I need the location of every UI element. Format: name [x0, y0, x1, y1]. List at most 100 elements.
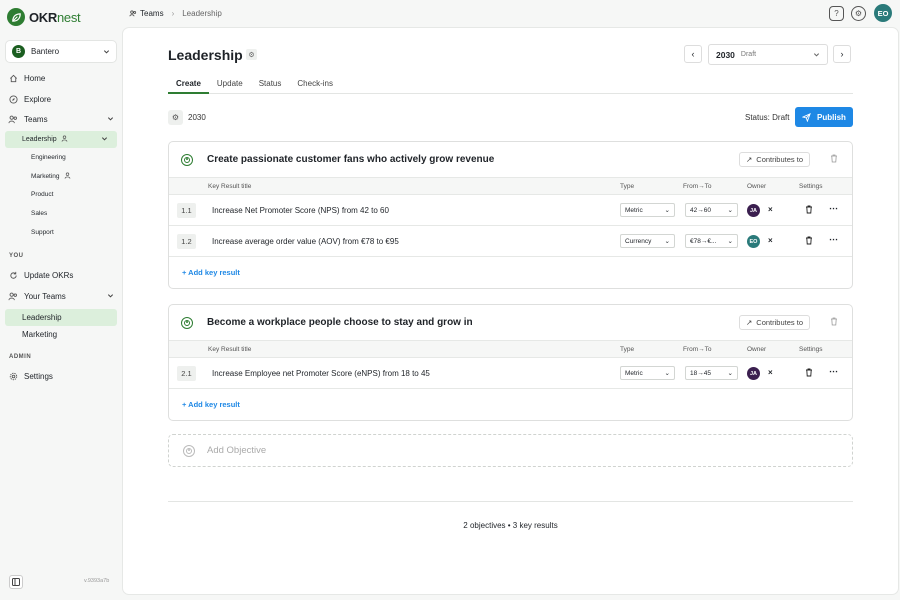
objective-title[interactable]: Create passionate customer fans who acti… [207, 154, 725, 165]
remove-owner-button[interactable]: × [768, 236, 773, 245]
kr-title[interactable]: Increase average order value (AOV) from … [212, 237, 399, 246]
workspace-avatar: B [12, 45, 25, 58]
status-text: Status: Draft [745, 113, 790, 122]
delete-kr-button[interactable] [805, 205, 813, 216]
remove-owner-button[interactable]: × [768, 368, 773, 377]
remove-owner-button[interactable]: × [768, 205, 773, 214]
sidebar-item-settings[interactable]: Settings [5, 367, 117, 385]
sidebar-your-team-leadership[interactable]: Leadership [5, 309, 117, 326]
trash-icon [831, 317, 837, 326]
tab-check-ins[interactable]: Check-ins [289, 74, 341, 94]
sidebar-item-your-teams[interactable]: Your Teams [5, 287, 117, 305]
table-row: 1.2 Increase average order value (AOV) f… [169, 226, 852, 257]
contributes-to-button[interactable]: ↗ Contributes to [739, 315, 810, 330]
publish-button[interactable]: Publish [795, 107, 853, 127]
objective-card: Become a workplace people choose to stay… [168, 304, 853, 421]
range-select[interactable]: 18→45 ⌄ [685, 366, 738, 380]
more-options-button[interactable]: ⋯ [829, 366, 838, 377]
tab-status[interactable]: Status [251, 74, 290, 94]
help-button[interactable]: ? [829, 6, 844, 21]
delete-kr-button[interactable] [805, 236, 813, 247]
sidebar-item-teams[interactable]: Teams [5, 110, 117, 128]
delete-objective-button[interactable] [830, 317, 840, 328]
type-select[interactable]: Metric ⌄ [620, 366, 675, 380]
compass-icon [8, 94, 18, 104]
gear-icon: ⚙ [854, 9, 863, 18]
contributes-label: Contributes to [756, 318, 803, 327]
collapse-sidebar-button[interactable] [9, 575, 23, 589]
type-select[interactable]: Metric ⌄ [620, 203, 675, 217]
delete-objective-button[interactable] [830, 154, 840, 165]
tab-update[interactable]: Update [209, 74, 251, 94]
breadcrumb-teams[interactable]: Teams [129, 9, 164, 18]
sidebar-your-team-marketing[interactable]: Marketing [5, 326, 117, 343]
sidebar-toggle-icon [12, 578, 20, 586]
sidebar-team-support[interactable]: Support [5, 224, 117, 241]
sidebar-item-label: Explore [24, 94, 52, 104]
tab-create[interactable]: Create [168, 74, 209, 94]
next-year-button[interactable]: › [833, 45, 851, 63]
sidebar-team-product[interactable]: Product [5, 186, 117, 203]
sidebar-item-update-okrs[interactable]: Update OKRs [5, 266, 117, 284]
col-owner: Owner [747, 183, 767, 190]
chevron-down-icon[interactable] [107, 292, 114, 301]
team-settings-button[interactable]: ⚙ [246, 49, 257, 60]
add-objective-button[interactable]: Add Objective [168, 434, 853, 467]
sidebar-item-label: Settings [24, 371, 53, 381]
contributes-to-button[interactable]: ↗ Contributes to [739, 152, 810, 167]
sidebar-team-sales[interactable]: Sales [5, 205, 117, 222]
delete-kr-button[interactable] [805, 368, 813, 379]
more-options-button[interactable]: ⋯ [829, 234, 838, 245]
kr-number: 2.1 [177, 366, 196, 381]
previous-year-button[interactable]: ‹ [684, 45, 702, 63]
team-label: Leadership [22, 136, 57, 143]
objective-title[interactable]: Become a workplace people choose to stay… [207, 317, 725, 328]
range-select[interactable]: 42→60 ⌄ [685, 203, 738, 217]
breadcrumb-label: Teams [140, 9, 164, 18]
chevron-down-icon [813, 53, 820, 57]
kr-title[interactable]: Increase Net Promoter Score (NPS) from 4… [212, 206, 389, 215]
period-settings-button[interactable]: ⚙ [168, 110, 183, 125]
workspace-switcher[interactable]: B Bantero [5, 40, 117, 63]
logo-leaf-icon [7, 8, 25, 26]
type-select[interactable]: Currency ⌄ [620, 234, 675, 248]
section-you: YOU [9, 253, 24, 259]
section-admin: ADMIN [9, 354, 32, 360]
range-value: 42→60 [690, 206, 711, 214]
range-value: €78→€... [690, 237, 717, 245]
team-label: Sales [31, 210, 48, 217]
chevron-down-icon[interactable] [107, 115, 114, 124]
sidebar-team-engineering[interactable]: Engineering [5, 149, 117, 166]
sidebar-team-marketing[interactable]: Marketing [5, 168, 117, 185]
send-icon [802, 112, 811, 122]
type-value: Metric [625, 369, 643, 377]
kr-title[interactable]: Increase Employee net Promoter Score (eN… [212, 369, 430, 378]
col-title: Key Result title [208, 346, 252, 353]
chevron-down-icon: ⌄ [727, 238, 733, 245]
sidebar-item-explore[interactable]: Explore [5, 90, 117, 108]
owner-avatar[interactable]: EO [747, 235, 760, 248]
col-type: Type [620, 346, 635, 353]
breadcrumb: Teams › Leadership [129, 9, 222, 18]
sidebar-item-home[interactable]: Home [5, 69, 117, 87]
sidebar-team-leadership[interactable]: Leadership [5, 131, 117, 148]
settings-button[interactable]: ⚙ [851, 6, 866, 21]
summary-text: 2 objectives • 3 key results [463, 521, 558, 530]
target-icon [181, 153, 193, 166]
chevron-down-icon[interactable] [101, 135, 108, 144]
sidebar-item-label: Home [24, 73, 46, 83]
logo[interactable]: OKRnest [7, 8, 81, 26]
add-key-result-button[interactable]: + Add key result [169, 389, 852, 420]
user-avatar[interactable]: EO [874, 4, 892, 22]
more-options-button[interactable]: ⋯ [829, 203, 838, 214]
tab-bar: Create Update Status Check-ins [168, 74, 853, 94]
owner-avatar[interactable]: JA [747, 367, 760, 380]
range-select[interactable]: €78→€... ⌄ [685, 234, 738, 248]
team-label: Product [31, 191, 54, 198]
year-select[interactable]: 2030 Draft [708, 44, 828, 65]
team-label: Leadership [22, 313, 62, 322]
home-icon [8, 73, 18, 83]
owner-avatar[interactable]: JA [747, 204, 760, 217]
add-key-result-button[interactable]: + Add key result [169, 257, 852, 288]
type-value: Currency [625, 237, 652, 245]
